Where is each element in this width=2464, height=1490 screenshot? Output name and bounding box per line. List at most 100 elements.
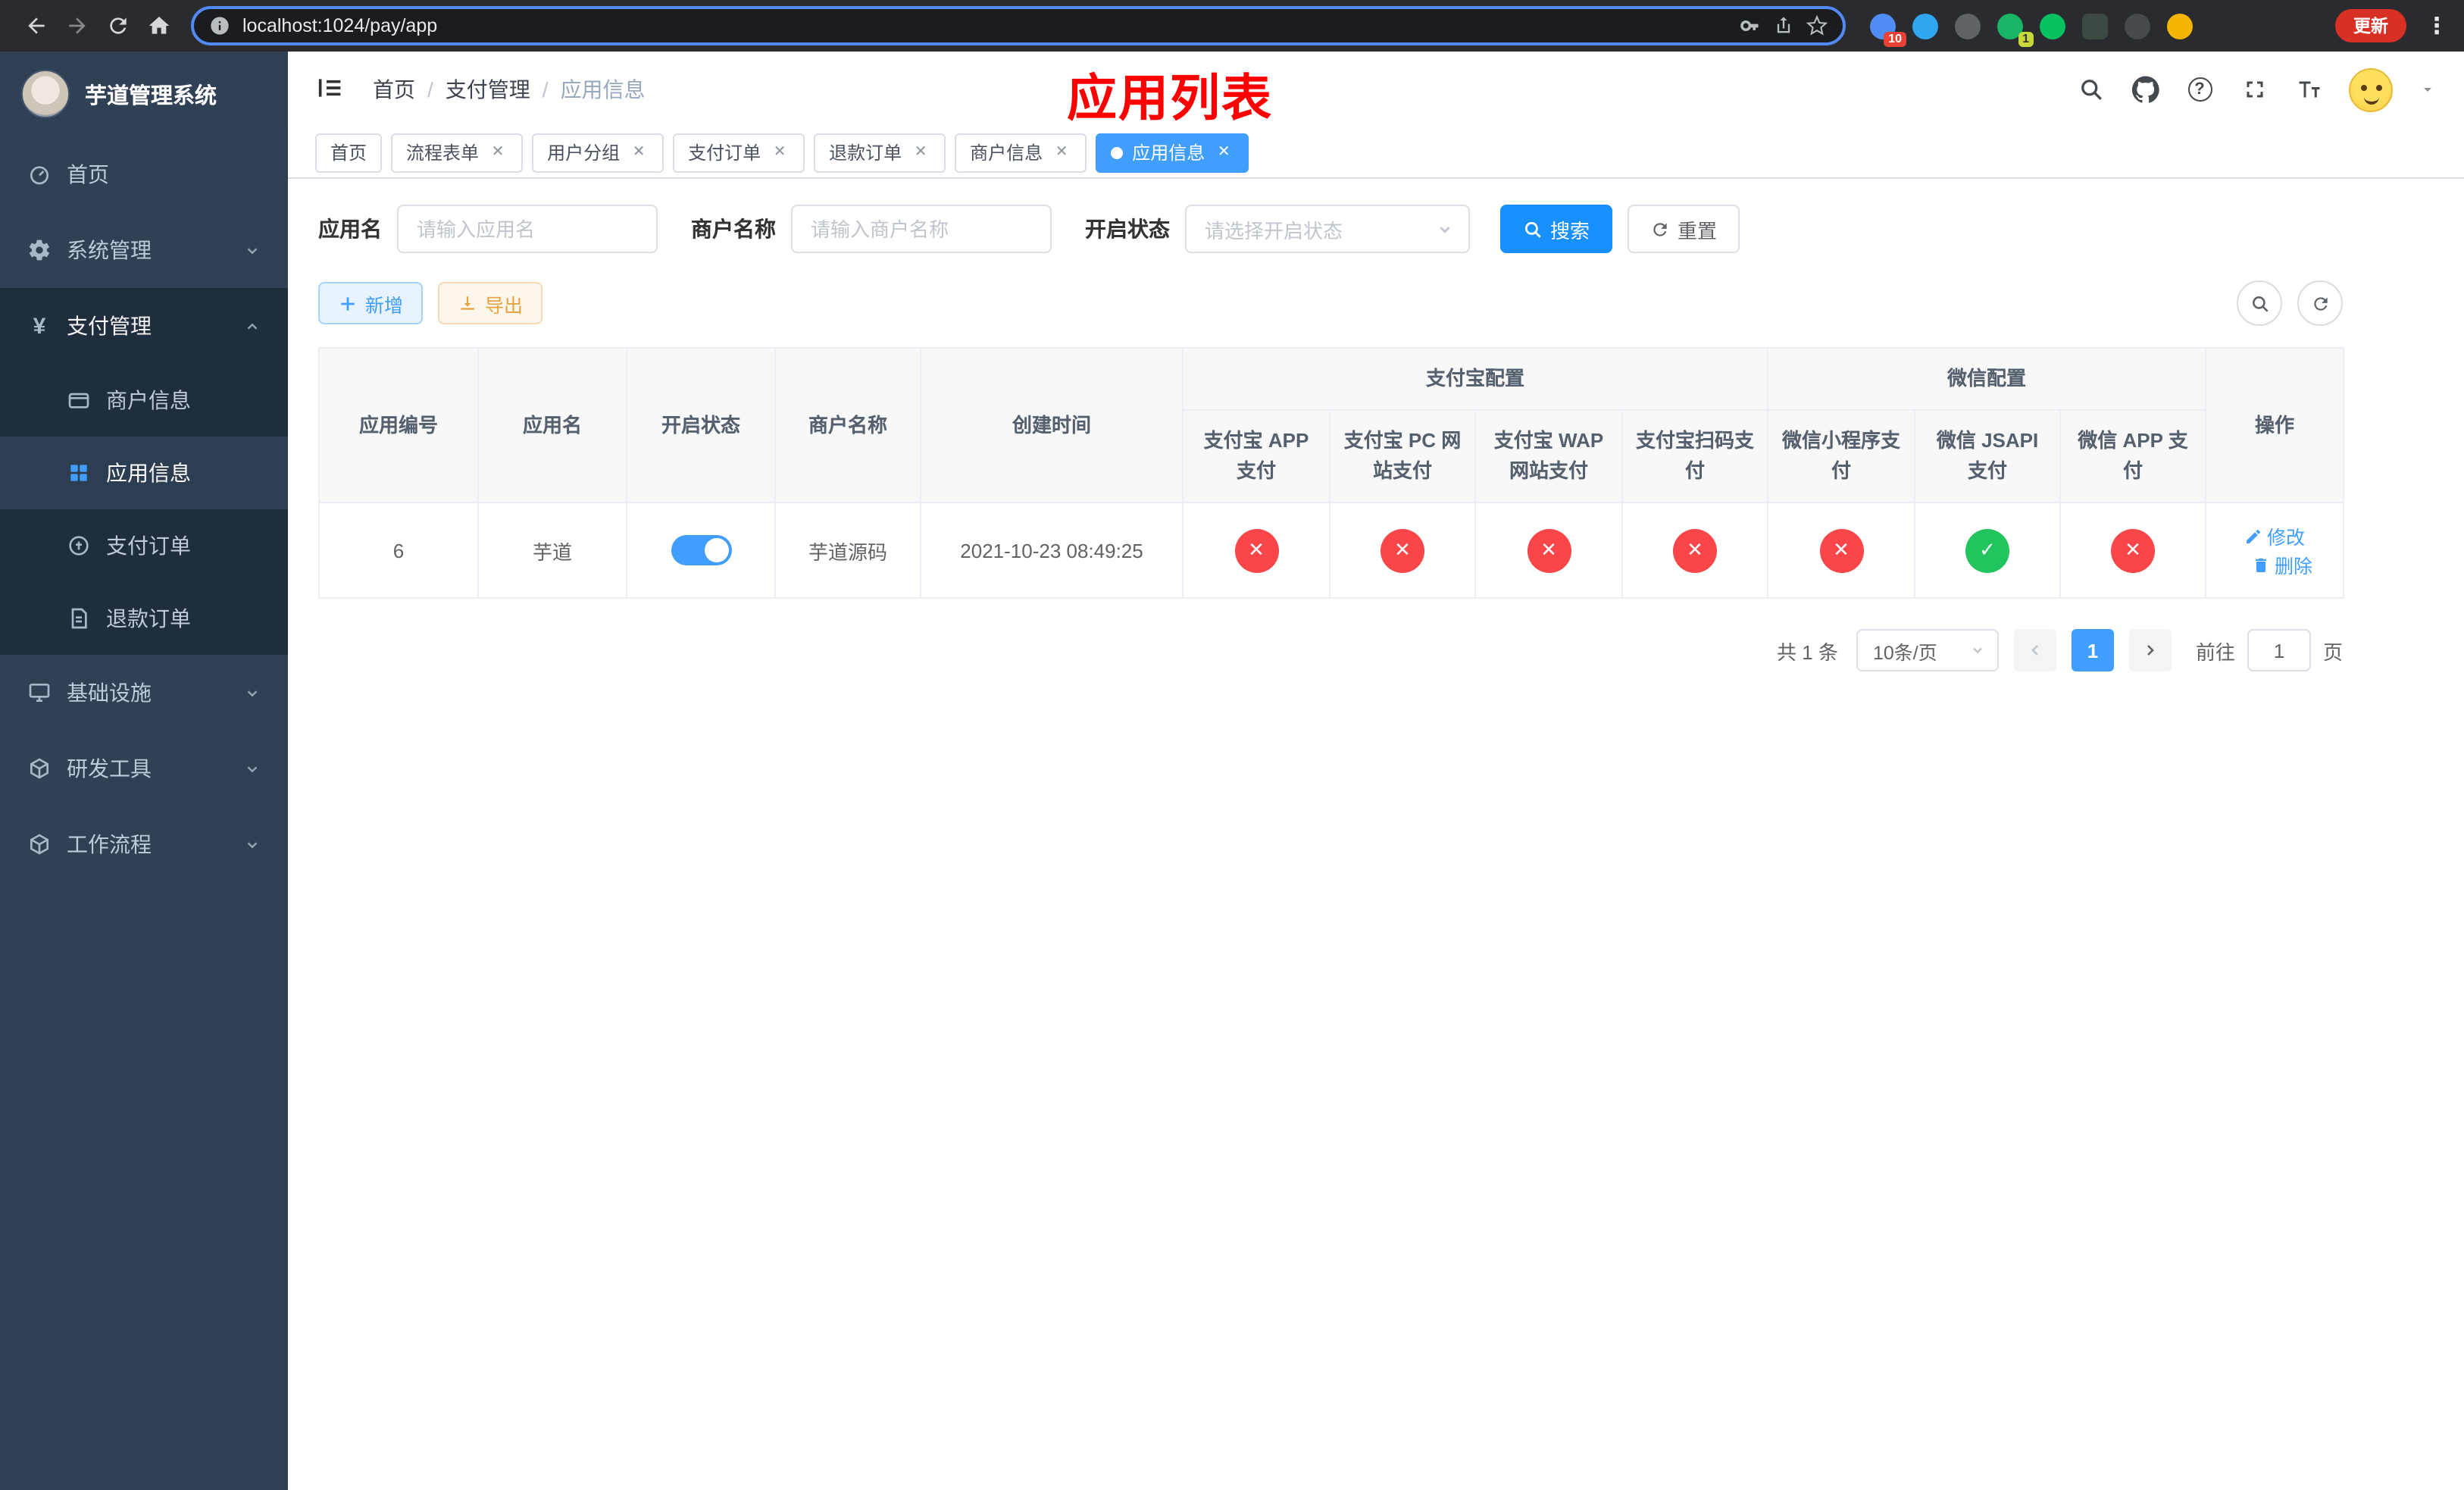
bookmark-star-icon[interactable] — [1806, 15, 1828, 36]
toggle-search-button[interactable] — [2237, 280, 2282, 326]
extension-icon[interactable]: 10 — [1870, 13, 1906, 46]
sidebar-item-infra[interactable]: 基础设施 — [0, 655, 288, 731]
delete-button[interactable]: 删除 — [2252, 551, 2312, 580]
pay-status-icon — [1819, 528, 1864, 573]
monitor-icon — [27, 681, 52, 705]
col-header-merchant: 商户名称 — [774, 346, 921, 504]
extension-icon[interactable] — [2040, 13, 2065, 39]
close-icon[interactable]: ✕ — [629, 142, 649, 162]
extension-badge: 1 — [2018, 31, 2034, 46]
pay-status-icon — [1965, 528, 2010, 573]
chevron-right-icon — [2147, 645, 2154, 656]
col-group-wechat: 微信配置 — [1767, 346, 2207, 412]
help-icon[interactable]: ? — [2185, 75, 2214, 104]
extension-icon[interactable] — [1912, 13, 1938, 39]
profile-avatar-icon[interactable] — [2167, 13, 2193, 39]
extension-icon[interactable]: 1 — [1997, 13, 2034, 46]
pay-status-icon — [1673, 528, 1717, 573]
sidebar-item-payment[interactable]: ¥ 支付管理 — [0, 288, 288, 364]
home-icon[interactable] — [138, 5, 179, 46]
sidebar-item-label: 支付管理 — [67, 314, 152, 338]
address-bar[interactable]: localhost:1024/pay/app — [191, 6, 1846, 45]
extension-icon[interactable] — [2082, 13, 2108, 39]
user-avatar[interactable] — [2349, 67, 2393, 111]
extension-icon[interactable] — [1955, 13, 1981, 39]
back-icon[interactable] — [15, 5, 56, 46]
sidebar-item-workflow[interactable]: 工作流程 — [0, 806, 288, 882]
sidebar-group-payment: ¥ 支付管理 商户信息 应用信息 支付订单 退款订单 — [0, 288, 288, 655]
tab-home[interactable]: 首页 — [315, 133, 383, 172]
status-select-placeholder: 请选择开启状态 — [1205, 219, 1343, 242]
sidebar-item-pay-orders[interactable]: 支付订单 — [0, 509, 288, 582]
col-header-status: 开启状态 — [626, 346, 776, 504]
caret-down-icon[interactable] — [2419, 80, 2437, 99]
tab-pay-orders[interactable]: 支付订单 ✕ — [673, 133, 805, 172]
browser-menu-icon[interactable]: ⋮ — [2425, 12, 2449, 39]
page-size-select[interactable]: 10条/页 — [1856, 629, 1999, 672]
sidebar-item-label: 应用信息 — [106, 461, 191, 485]
sidebar-item-system[interactable]: 系统管理 — [0, 212, 288, 288]
breadcrumb-item[interactable]: 首页 — [373, 74, 415, 105]
table-tools — [2237, 280, 2343, 326]
merchant-name-label: 商户名称 — [691, 217, 776, 241]
merchant-card-icon — [67, 388, 91, 412]
chevron-down-icon — [1437, 221, 1453, 237]
sidebar-item-dev-tools[interactable]: 研发工具 — [0, 731, 288, 806]
url-text[interactable]: localhost:1024/pay/app — [242, 15, 1728, 36]
pay-status-icon — [1381, 528, 1424, 573]
breadcrumb-item[interactable]: 支付管理 — [446, 74, 530, 105]
close-icon[interactable]: ✕ — [1214, 142, 1234, 162]
sidebar-item-app-info[interactable]: 应用信息 — [0, 437, 288, 509]
sidebar-item-refund-orders[interactable]: 退款订单 — [0, 582, 288, 655]
next-page-button[interactable] — [2128, 629, 2172, 672]
col-header-alipay-app: 支付宝 APP 支付 — [1182, 409, 1330, 504]
github-icon[interactable] — [2131, 75, 2159, 104]
prev-page-button[interactable] — [2013, 629, 2056, 672]
forward-icon[interactable] — [56, 5, 97, 46]
status-select[interactable]: 请选择开启状态 — [1185, 205, 1470, 253]
tab-app-info[interactable]: 应用信息 ✕ — [1096, 133, 1249, 172]
reload-icon[interactable] — [97, 5, 138, 46]
sidebar-item-label: 研发工具 — [67, 756, 152, 781]
info-icon[interactable] — [209, 15, 230, 36]
close-icon[interactable]: ✕ — [488, 142, 508, 162]
sidebar: 芋道管理系统 首页 系统管理 ¥ 支付管理 商户信息 应用信息 支付订单 退款订… — [0, 52, 288, 1490]
cell-wx-mini — [1767, 502, 1916, 599]
status-toggle[interactable] — [671, 535, 731, 566]
font-size-icon[interactable] — [2294, 75, 2323, 104]
add-button[interactable]: 新增 — [318, 282, 424, 324]
col-header-alipay-wap: 支付宝 WAP 网站支付 — [1474, 409, 1623, 504]
tab-process-form[interactable]: 流程表单 ✕ — [391, 133, 524, 172]
sidebar-logo[interactable]: 芋道管理系统 — [0, 52, 288, 136]
cell-app-name: 芋道 — [477, 502, 627, 599]
download-icon — [461, 296, 474, 309]
edit-button[interactable]: 修改 — [2244, 522, 2305, 551]
tab-merchant-info[interactable]: 商户信息 ✕ — [955, 133, 1087, 172]
search-button[interactable]: 搜索 — [1500, 205, 1613, 253]
app-name-input[interactable] — [397, 205, 658, 253]
tab-user-group[interactable]: 用户分组 ✕ — [532, 133, 664, 172]
col-header-created: 创建时间 — [920, 346, 1184, 504]
merchant-name-input[interactable] — [791, 205, 1052, 253]
cell-app-id: 6 — [318, 502, 479, 599]
reset-button[interactable]: 重置 — [1628, 205, 1740, 253]
update-button[interactable]: 更新 — [2335, 9, 2406, 42]
fullscreen-icon[interactable] — [2240, 75, 2269, 104]
sidebar-item-home[interactable]: 首页 — [0, 136, 288, 212]
share-icon[interactable] — [1773, 15, 1794, 36]
hamburger-icon[interactable] — [315, 73, 349, 106]
export-button[interactable]: 导出 — [438, 282, 543, 324]
sidebar-item-merchant-info[interactable]: 商户信息 — [0, 364, 288, 437]
tab-refund-orders[interactable]: 退款订单 ✕ — [814, 133, 946, 172]
refresh-button[interactable] — [2297, 280, 2343, 326]
close-icon[interactable]: ✕ — [1052, 142, 1071, 162]
key-icon[interactable] — [1740, 15, 1761, 36]
search-icon[interactable] — [2076, 75, 2105, 104]
chevron-left-icon — [2031, 645, 2038, 656]
extension-icon[interactable] — [2125, 13, 2150, 39]
close-icon[interactable]: ✕ — [770, 142, 790, 162]
extensions-area: 10 1 — [1870, 13, 2193, 46]
page-number-button[interactable]: 1 — [2071, 629, 2114, 672]
close-icon[interactable]: ✕ — [911, 142, 930, 162]
goto-page-input[interactable] — [2247, 629, 2311, 672]
